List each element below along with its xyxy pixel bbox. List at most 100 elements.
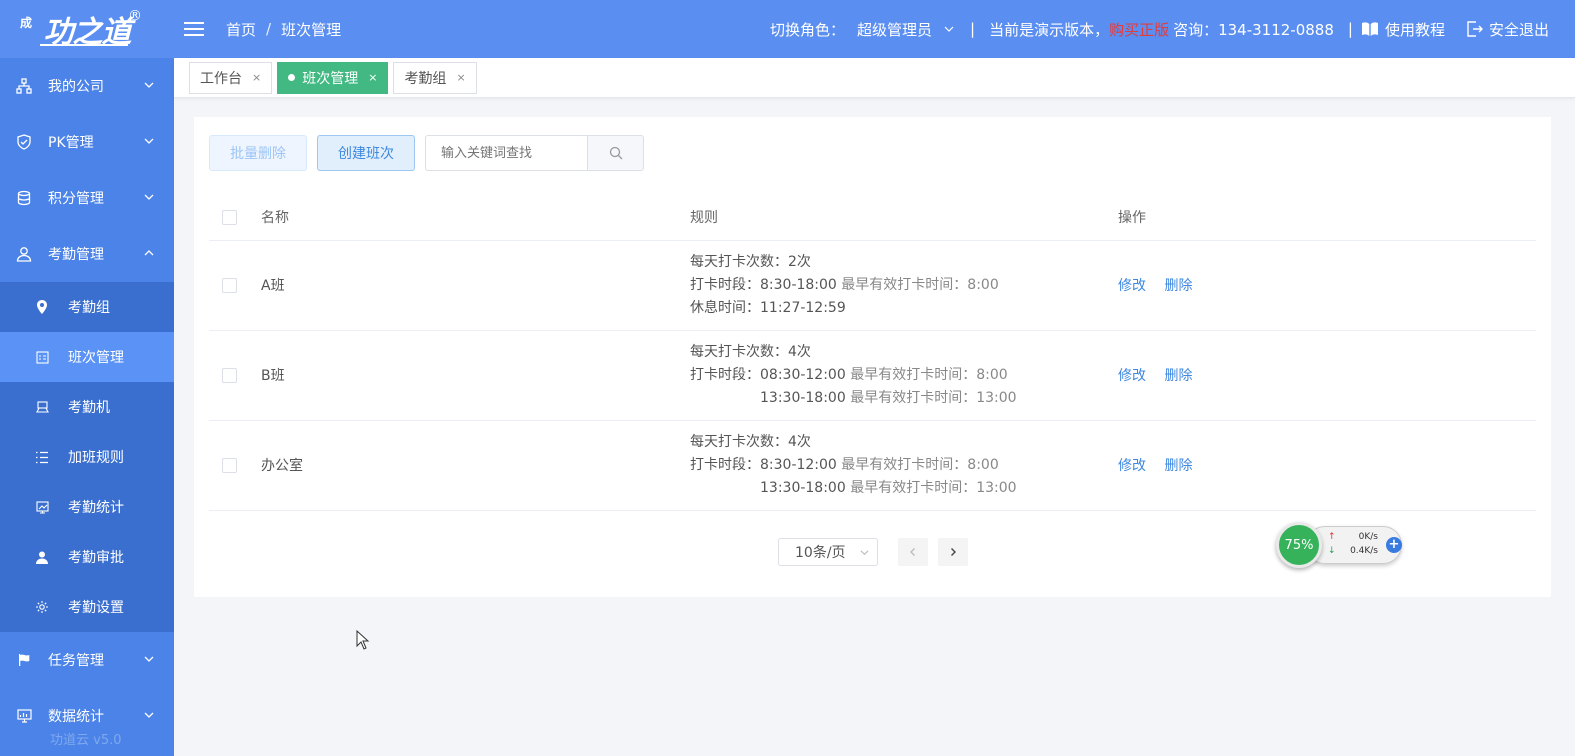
sidebar-item-attendance-approval[interactable]: 考勤审批	[0, 532, 174, 582]
menu-toggle-icon[interactable]	[184, 21, 206, 37]
rule-count: 每天打卡次数：4次	[690, 343, 811, 360]
sidebar-item-label: 考勤组	[68, 300, 110, 316]
row-actions: 修改 删除	[1118, 330, 1536, 421]
tab-label: 班次管理	[302, 70, 359, 87]
row-actions: 修改 删除	[1118, 240, 1536, 331]
list-icon	[34, 449, 50, 465]
chevron-down-icon	[144, 82, 154, 88]
row-checkbox-cell	[209, 240, 261, 331]
rule-count: 每天打卡次数：2次	[690, 253, 811, 270]
close-icon[interactable]: ×	[456, 71, 465, 84]
next-page-button[interactable]	[938, 538, 968, 566]
user-icon	[14, 244, 34, 264]
search-input[interactable]	[425, 135, 587, 171]
create-shift-button[interactable]: 创建班次	[317, 135, 415, 171]
sidebar-item-attendance-stats[interactable]: 考勤统计	[0, 482, 174, 532]
tab-shift-management[interactable]: 班次管理 ×	[277, 61, 389, 94]
pagination: 10条/页	[778, 538, 968, 566]
batch-delete-button[interactable]: 批量删除	[209, 135, 307, 171]
select-all-checkbox[interactable]	[222, 209, 237, 225]
shift-rule: 每天打卡次数：2次 打卡时段：8:30-18:00 最早有效打卡时间：8:00 …	[690, 240, 1118, 331]
breadcrumb-home[interactable]: 首页	[226, 19, 256, 40]
edit-link[interactable]: 修改	[1118, 458, 1146, 474]
shift-name: 办公室	[261, 420, 690, 511]
rule-period-time: 08:30-12:00	[760, 366, 846, 383]
delete-link[interactable]: 删除	[1164, 368, 1192, 384]
rule-earliest: 最早有效打卡时间：8:00	[836, 276, 999, 293]
sidebar-item-label: 任务管理	[48, 653, 104, 669]
sidebar-item-label: 考勤管理	[48, 247, 104, 263]
table-row: A班 每天打卡次数：2次 打卡时段：8:30-18:00 最早有效打卡时间：8:…	[209, 240, 1536, 331]
shift-rule: 每天打卡次数：4次 打卡时段：8:30-12:00 最早有效打卡时间：8:00 …	[690, 420, 1118, 511]
tutorial-label: 使用教程	[1384, 20, 1445, 39]
version-label: 功道云 v5.0	[50, 733, 122, 748]
row-checkbox[interactable]	[222, 367, 237, 383]
select-all-cell	[209, 195, 261, 241]
logo-small: 成	[20, 16, 33, 30]
prev-page-button[interactable]	[898, 538, 928, 566]
chevron-down-icon[interactable]	[944, 24, 954, 34]
rule-count: 每天打卡次数：4次	[690, 433, 811, 450]
shift-table: 名称 规则 操作 A班 每天打卡次数：2次 打卡时段：8:30-18:00 最早…	[209, 195, 1536, 511]
edit-link[interactable]: 修改	[1118, 278, 1146, 294]
column-header-operation: 操作	[1118, 195, 1536, 241]
active-dot-icon	[288, 74, 296, 81]
device-icon	[34, 399, 50, 415]
sidebar-item-tasks[interactable]: 任务管理	[0, 632, 174, 688]
sidebar-item-label: 考勤统计	[68, 500, 124, 516]
chevron-down-icon	[144, 656, 154, 662]
buy-link[interactable]: 购买正版	[1109, 19, 1169, 40]
rule-earliest: 最早有效打卡时间：8:00	[845, 366, 1008, 383]
close-icon[interactable]: ×	[252, 71, 261, 84]
mouse-cursor-icon	[356, 630, 370, 650]
attendance-submenu: 考勤组 班次管理 考勤机 加班规则 考勤统计 考勤审批 考勤设置	[0, 282, 174, 632]
search-button[interactable]	[587, 135, 644, 171]
sidebar-item-label: 数据统计	[48, 709, 104, 725]
delete-link[interactable]: 删除	[1164, 458, 1192, 474]
table-row: 办公室 每天打卡次数：4次 打卡时段：8:30-12:00 最早有效打卡时间：8…	[209, 420, 1536, 511]
rule-period-time: 8:30-18:00	[760, 276, 837, 293]
delete-link[interactable]: 删除	[1164, 278, 1192, 294]
sidebar-item-points[interactable]: 积分管理	[0, 170, 174, 226]
sidebar-item-label: 我的公司	[48, 79, 104, 95]
column-header-name: 名称	[261, 195, 690, 241]
sidebar-item-pk[interactable]: PK管理	[0, 114, 174, 170]
logo[interactable]: 成 功之道 ®	[0, 0, 174, 58]
chevron-down-icon	[144, 194, 154, 200]
sidebar-item-overtime-rules[interactable]: 加班规则	[0, 432, 174, 482]
role-label: 切换角色：	[769, 20, 845, 39]
rule-earliest: 最早有效打卡时间：8:00	[836, 456, 999, 473]
close-icon[interactable]: ×	[368, 71, 377, 84]
edit-link[interactable]: 修改	[1118, 368, 1146, 384]
person-icon	[34, 549, 50, 565]
page-size-select[interactable]: 10条/页	[778, 538, 878, 566]
divider: |	[970, 20, 976, 38]
logout-button[interactable]: 安全退出	[1465, 19, 1549, 40]
tab-workbench[interactable]: 工作台 ×	[189, 61, 273, 94]
rule-period: 打卡时段：8:30-18:00 最早有效打卡时间：8:00	[690, 274, 1118, 297]
row-checkbox[interactable]	[222, 457, 237, 473]
tutorial-button[interactable]: 使用教程	[1361, 19, 1445, 40]
row-checkbox[interactable]	[222, 277, 237, 293]
rule-period-label: 打卡时段：	[690, 276, 760, 293]
sidebar-item-company[interactable]: 我的公司	[0, 58, 174, 114]
demo-notice: 当前是演示版本，	[989, 20, 1110, 39]
role-select[interactable]: 超级管理员	[857, 19, 932, 40]
sidebar-item-attendance-group[interactable]: 考勤组	[0, 282, 174, 332]
sidebar-item-attendance[interactable]: 考勤管理	[0, 226, 174, 282]
database-icon	[14, 188, 34, 208]
chevron-down-icon	[144, 712, 154, 718]
network-speed-widget[interactable]: 75% ↑ 0K/s ↓ 0.4K/s +	[1276, 522, 1403, 568]
plus-icon[interactable]: +	[1386, 537, 1402, 553]
sidebar-item-label: 考勤设置	[68, 600, 124, 616]
rule-period-2: 13:30-18:00 最早有效打卡时间：13:00	[690, 477, 1118, 500]
chevron-down-icon	[144, 138, 154, 144]
sidebar-item-shift-management[interactable]: 班次管理	[0, 332, 174, 382]
sidebar-item-attendance-settings[interactable]: 考勤设置	[0, 582, 174, 632]
tab-attendance-group[interactable]: 考勤组 ×	[393, 61, 477, 94]
sidebar-item-attendance-machine[interactable]: 考勤机	[0, 382, 174, 432]
row-checkbox-cell	[209, 330, 261, 421]
rule-period-time: 13:30-18:00	[760, 479, 846, 496]
sidebar: 成 功之道 ® 我的公司 PK管理 积分管理 考勤管理 考勤组 班次管理 考勤机…	[0, 0, 174, 756]
header-right: 切换角色： 超级管理员 | 当前是演示版本， 购买正版 咨询：134-3112-…	[770, 0, 1549, 58]
